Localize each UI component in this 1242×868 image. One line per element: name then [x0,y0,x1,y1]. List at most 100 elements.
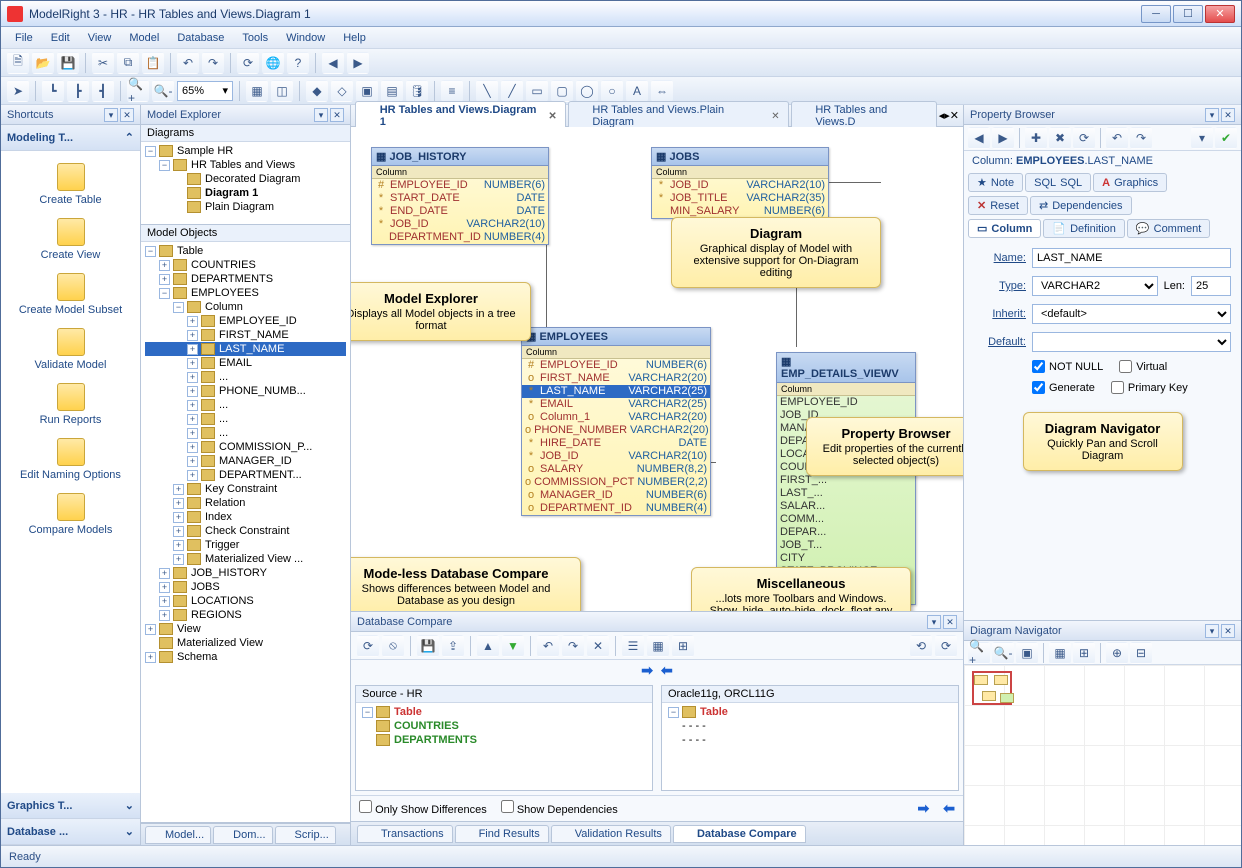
list-icon[interactable]: ☰ [622,635,644,657]
shortcut-compare-models[interactable]: Compare Models [1,487,140,542]
tab-note[interactable]: ★ Note [968,173,1023,192]
explorer-tab[interactable]: Dom... [213,826,272,844]
nav-back-icon[interactable]: ◀ [968,127,990,149]
tab-column[interactable]: ▭ Column [968,219,1041,238]
cylinder-icon[interactable]: 🛢 [406,80,428,102]
tree-node[interactable]: +EMPLOYEE_ID [145,314,346,328]
tree-node[interactable]: +Relation [145,496,346,510]
tree-node[interactable]: +Check Constraint [145,524,346,538]
diagram-tab[interactable]: HR Tables and Views.D [791,101,937,130]
nav-fwd-icon[interactable]: ▶ [347,52,369,74]
tab-dependencies[interactable]: ⇄ Dependencies [1030,196,1132,215]
delete-icon[interactable]: ✕ [587,635,609,657]
close-icon[interactable]: ✕ [330,108,344,122]
zoomin-icon[interactable]: 🔍+ [968,642,990,664]
snap-icon[interactable]: ◫ [271,80,293,102]
line-icon[interactable]: ╲ [476,80,498,102]
refresh-icon[interactable]: ⟳ [237,52,259,74]
undo-icon[interactable]: ↶ [1106,127,1128,149]
menu-tools[interactable]: Tools [234,30,276,46]
arrow-left-icon[interactable]: ⬅ [661,662,673,679]
shortcut-create-model-subset[interactable]: Create Model Subset [1,267,140,322]
zoomout-icon[interactable]: 🔍- [152,80,174,102]
link-icon[interactable]: ⇔ [651,80,673,102]
shape1-icon[interactable]: ◆ [306,80,328,102]
close-icon[interactable]: ✕ [1221,108,1235,122]
apply-icon[interactable]: ✔ [1215,127,1237,149]
tree-node[interactable]: +Index [145,510,346,524]
close-icon[interactable]: ✕ [1221,624,1235,638]
name-input[interactable] [1032,248,1231,268]
tree-node[interactable]: Materialized View [145,636,346,650]
tree-node[interactable]: +... [145,426,346,440]
grid-icon[interactable]: ▦ [1049,642,1071,664]
dropdown-icon[interactable]: ▾ [1205,108,1219,122]
copy-icon[interactable]: ⧉ [117,52,139,74]
menu-database[interactable]: Database [169,30,232,46]
explorer-tab[interactable]: Scrip... [275,826,336,844]
menu-window[interactable]: Window [278,30,333,46]
tree-node[interactable]: +... [145,370,346,384]
tree-icon[interactable]: ⊞ [672,635,694,657]
roundrect-icon[interactable]: ▢ [551,80,573,102]
tree-node[interactable]: −EMPLOYEES [145,286,346,300]
circle-icon[interactable]: ○ [601,80,623,102]
connector3-icon[interactable]: ┫ [92,80,114,102]
show-deps-checkbox[interactable]: Show Dependencies [501,800,618,817]
shortcuts-group-modeling[interactable]: Modeling T...⌃ [1,125,140,151]
zoomout-icon[interactable]: 🔍- [992,642,1014,664]
diagrams-tree[interactable]: −Sample HR −HR Tables and Views Decorate… [141,142,350,216]
tree-node[interactable]: +... [145,398,346,412]
tree-node[interactable]: +FIRST_NAME [145,328,346,342]
connector1-icon[interactable]: ┗ [42,80,64,102]
collapse-icon[interactable]: ⊟ [1130,642,1152,664]
bottom-tab-find-results[interactable]: Find Results [455,825,549,843]
arrow-right-icon[interactable]: ➡ [918,800,930,817]
shortcuts-group-database[interactable]: Database ...⌄ [1,819,140,845]
polyline-icon[interactable]: ╱ [501,80,523,102]
entity-jobs[interactable]: ▦ JOBSColumn*JOB_IDVARCHAR2(10)*JOB_TITL… [651,147,829,219]
tree-node[interactable]: +Materialized View ... [145,552,346,566]
down-arrow-icon[interactable]: ▼ [502,635,524,657]
shortcut-create-table[interactable]: Create Table [1,157,140,212]
shortcut-edit-naming-options[interactable]: Edit Naming Options [1,432,140,487]
grid-icon[interactable]: ▦ [246,80,268,102]
diagram-canvas[interactable]: ▦ JOB_HISTORYColumn#EMPLOYEE_IDNUMBER(6)… [351,127,963,611]
redo-icon[interactable]: ↷ [562,635,584,657]
cut-icon[interactable]: ✂ [92,52,114,74]
fit-icon[interactable]: ▣ [1016,642,1038,664]
ellipse-icon[interactable]: ◯ [576,80,598,102]
pin-icon[interactable]: ▾ [104,108,118,122]
only-show-diff-checkbox[interactable]: Only Show Differences [359,800,487,817]
tree-node[interactable]: +... [145,412,346,426]
shortcuts-group-graphics[interactable]: Graphics T...⌄ [1,793,140,819]
tree-node[interactable]: +JOBS [145,580,346,594]
menu-file[interactable]: File [7,30,41,46]
shape3-icon[interactable]: ▣ [356,80,378,102]
tree-node[interactable]: +MANAGER_ID [145,454,346,468]
tree-node[interactable]: +COMMISSION_P... [145,440,346,454]
bottom-tab-validation-results[interactable]: Validation Results [551,825,671,843]
align-icon[interactable]: ≡ [441,80,463,102]
tree-node[interactable]: +Schema [145,650,346,664]
generate-checkbox[interactable]: Generate [1032,381,1095,394]
tree-node[interactable]: +LOCATIONS [145,594,346,608]
pk-checkbox[interactable]: Primary Key [1111,381,1188,394]
entity-job-history[interactable]: ▦ JOB_HISTORYColumn#EMPLOYEE_IDNUMBER(6)… [371,147,549,245]
tab-sql[interactable]: SQL SQL [1025,173,1091,192]
shape2-icon[interactable]: ◇ [331,80,353,102]
rect-icon[interactable]: ▭ [526,80,548,102]
model-objects-tree[interactable]: −Table+COUNTRIES+DEPARTMENTS−EMPLOYEES−C… [141,242,350,822]
connector2-icon[interactable]: ┣ [67,80,89,102]
inherit-select[interactable]: <default> [1032,304,1231,324]
maximize-button[interactable]: ☐ [1173,5,1203,23]
zoom-combo[interactable]: 65%▾ [177,81,233,101]
stop-icon[interactable]: ⦸ [382,635,404,657]
arrow-left-icon[interactable]: ⬅ [943,800,955,817]
shortcut-run-reports[interactable]: Run Reports [1,377,140,432]
close-button[interactable]: ✕ [1205,5,1235,23]
notnull-checkbox[interactable]: NOT NULL [1032,360,1103,373]
tree-node[interactable]: +COUNTRIES [145,258,346,272]
tree-node[interactable]: +EMAIL [145,356,346,370]
help-icon[interactable]: ? [287,52,309,74]
